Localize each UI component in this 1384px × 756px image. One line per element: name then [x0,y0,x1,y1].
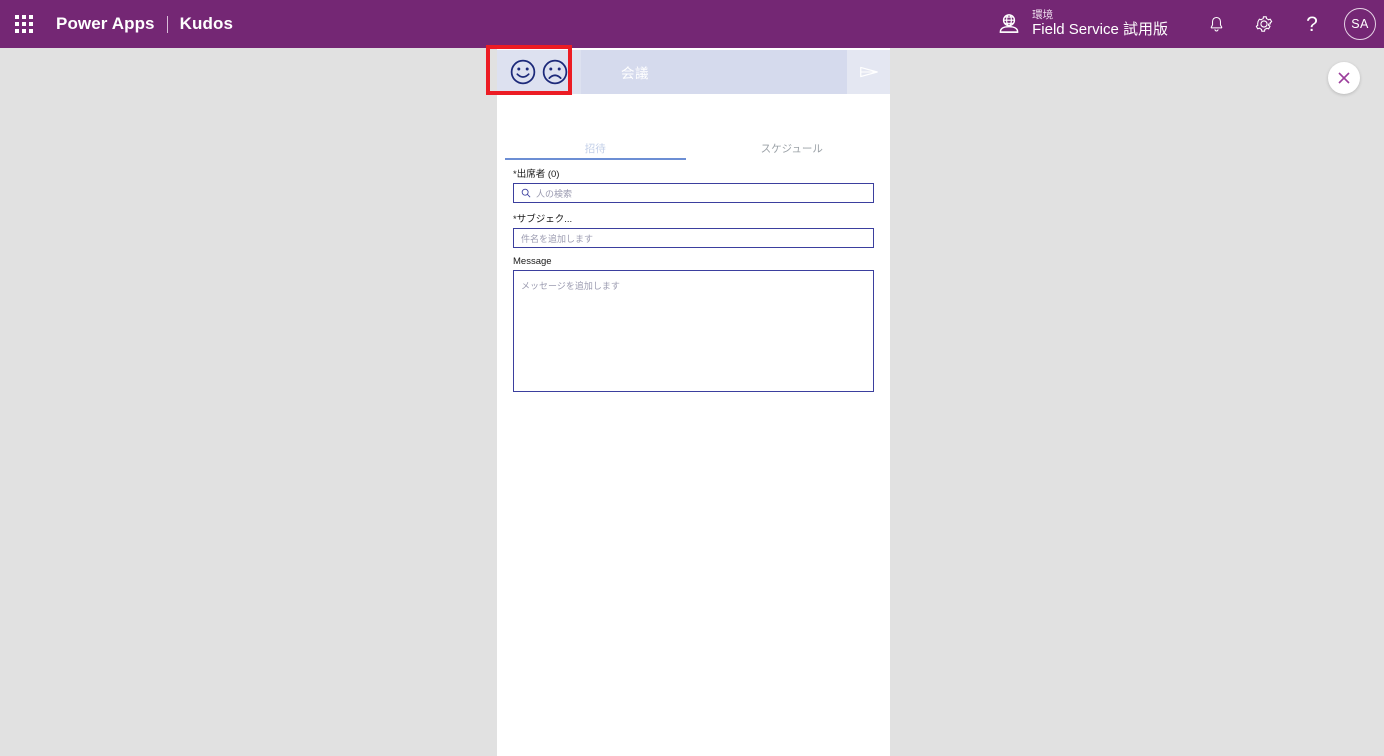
environment-globe-icon [999,14,1019,33]
compose-title: 会議 [581,50,847,94]
send-paper-plane-icon [859,66,878,78]
attendees-input[interactable]: 人の検索 [513,183,874,203]
bell-icon [1210,16,1222,31]
attendees-field: *出席者 (0) 人の検索 [497,166,890,203]
compose-title-text: 会議 [621,66,649,81]
mood-selector-button[interactable] [497,50,581,94]
subject-input[interactable]: 件名を追加します [513,228,874,248]
settings-button[interactable] [1240,0,1288,48]
user-avatar-button[interactable]: SA [1336,0,1384,48]
environment-selector[interactable]: 環境 Field Service 試用版 [996,9,1168,38]
subject-field: *サブジェク... 件名を追加します [497,211,890,248]
subject-placeholder: 件名を追加します [521,233,594,244]
message-textarea[interactable]: メッセージを追加します [513,270,874,392]
help-button[interactable]: ? [1288,0,1336,48]
gear-icon [1255,16,1273,32]
message-placeholder: メッセージを追加します [521,281,620,291]
tab-invite-label: 招待 [584,142,606,155]
close-button[interactable] [1328,62,1360,94]
notifications-button[interactable] [1192,0,1240,48]
smiley-face-icon [510,59,536,85]
environment-label: 環境 [1032,9,1054,22]
tab-invite[interactable]: 招待 [497,136,694,160]
tab-schedule[interactable]: スケジュール [694,136,891,160]
attendees-label: *出席者 (0) [513,169,560,180]
product-name: Power Apps [56,14,155,33]
attendees-placeholder: 人の検索 [536,188,573,199]
app-name: Kudos [179,14,233,33]
brand-separator [166,15,168,33]
close-x-icon [1338,72,1350,84]
frowning-face-icon [542,59,568,85]
compose-header: 会議 [486,45,890,95]
kudos-app-panel: 会議 招待 スケジュール *出席者 (0) 人の検索 *サブジェク... 件名を… [486,45,890,756]
search-icon [521,188,531,198]
panel-tabs: 招待 スケジュール [497,136,890,160]
message-field: Message メッセージを追加します [497,256,890,392]
environment-name: Field Service 試用版 [1032,21,1168,39]
avatar: SA [1344,8,1376,40]
environment-text: 環境 Field Service 試用版 [1032,9,1168,38]
send-button[interactable] [847,50,890,94]
app-canvas: 会議 招待 スケジュール *出席者 (0) 人の検索 *サブジェク... 件名を… [0,45,1384,756]
meeting-form: *出席者 (0) 人の検索 *サブジェク... 件名を追加します Message [497,166,890,400]
question-mark-icon: ? [1306,12,1318,36]
tab-schedule-label: スケジュール [760,142,823,155]
message-label: Message [513,256,552,267]
app-launcher-grid-icon [15,15,33,33]
subject-label: *サブジェク... [513,214,573,225]
top-app-bar: Power Apps Kudos 環境 Field Service 試用版 ? … [0,0,1384,48]
app-launcher-button[interactable] [0,0,48,48]
brand-title: Power Apps Kudos [56,14,233,34]
